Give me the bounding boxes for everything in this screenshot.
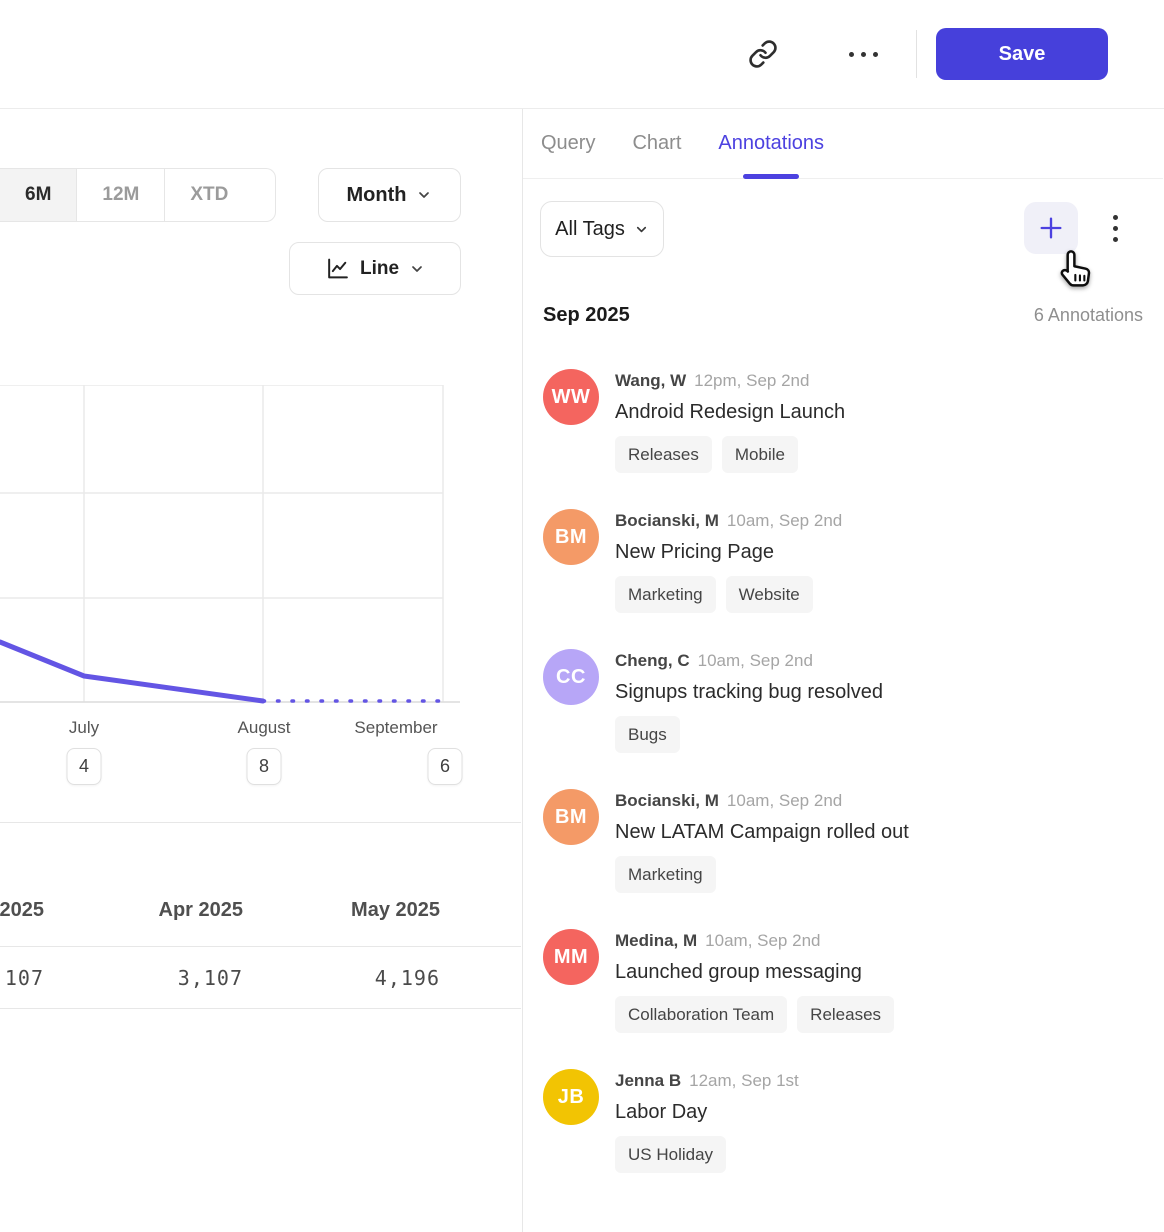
top-bar: Save bbox=[0, 0, 1164, 109]
annotation-timestamp: 10am, Sep 2nd bbox=[705, 931, 820, 950]
tag-pill[interactable]: Releases bbox=[797, 996, 894, 1033]
annotations-panel: Query Chart Annotations All Tags Sep 2025 … bbox=[522, 109, 1163, 1232]
avatar: BM bbox=[543, 509, 599, 565]
annotation-tags: Releases Mobile bbox=[615, 436, 845, 473]
table-header: Apr 2025 bbox=[46, 895, 243, 925]
ellipsis-icon bbox=[849, 52, 854, 57]
table-header: May 2025 bbox=[243, 895, 440, 925]
annotation-title: Signups tracking bug resolved bbox=[615, 675, 883, 710]
annotation-count-badge[interactable]: 8 bbox=[247, 748, 282, 785]
granularity-label: Month bbox=[347, 184, 407, 207]
range-segment-12m[interactable]: 12M bbox=[76, 169, 164, 221]
chart-type-label: Line bbox=[360, 258, 399, 280]
tag-pill[interactable]: Bugs bbox=[615, 716, 680, 753]
line-chart[interactable] bbox=[0, 385, 462, 705]
annotation-tags: Bugs bbox=[615, 716, 883, 753]
tag-pill[interactable]: Marketing bbox=[615, 856, 716, 893]
tag-filter-label: All Tags bbox=[555, 218, 625, 241]
section-header: Sep 2025 6 Annotations bbox=[543, 304, 1143, 327]
annotation-timestamp: 12am, Sep 1st bbox=[689, 1071, 799, 1090]
annotation-item[interactable]: BM Bocianski, M 10am, Sep 2nd New LATAM C… bbox=[543, 789, 1143, 893]
date-range-control: 6M12MXTD bbox=[0, 168, 276, 222]
annotation-item[interactable]: BM Bocianski, M 10am, Sep 2nd New Pricing… bbox=[543, 509, 1143, 613]
chevron-down-icon bbox=[634, 222, 649, 237]
avatar: JB bbox=[543, 1069, 599, 1125]
add-annotation-button[interactable] bbox=[1024, 202, 1078, 254]
panel-tabs: Query Chart Annotations bbox=[523, 109, 1163, 179]
annotation-timestamp: 12pm, Sep 2nd bbox=[694, 371, 809, 390]
annotation-tags: Collaboration Team Releases bbox=[615, 996, 894, 1033]
x-tick-july: July bbox=[69, 718, 99, 738]
table-value: 107 bbox=[0, 963, 44, 993]
share-link-button[interactable] bbox=[740, 32, 786, 76]
annotation-timestamp: 10am, Sep 2nd bbox=[727, 511, 842, 530]
annotation-title: Launched group messaging bbox=[615, 955, 894, 990]
annotation-item[interactable]: WW Wang, W 12pm, Sep 2nd Android Redesign… bbox=[543, 369, 1143, 473]
more-options-button[interactable] bbox=[836, 40, 890, 68]
annotation-title: Labor Day bbox=[615, 1095, 799, 1130]
avatar: BM bbox=[543, 789, 599, 845]
line-chart-icon bbox=[325, 256, 350, 281]
annotation-tags: US Holiday bbox=[615, 1136, 799, 1173]
granularity-dropdown[interactable]: Month bbox=[318, 168, 461, 222]
save-button[interactable]: Save bbox=[936, 28, 1108, 80]
annotation-title: New Pricing Page bbox=[615, 535, 842, 570]
annotation-author: Bocianski, M bbox=[615, 511, 719, 530]
annotation-count-badge[interactable]: 6 bbox=[428, 748, 463, 785]
annotations-menu-button[interactable] bbox=[1105, 215, 1125, 255]
table-divider bbox=[0, 946, 521, 947]
table-divider bbox=[0, 1008, 521, 1009]
annotation-title: Android Redesign Launch bbox=[615, 395, 845, 430]
annotation-author: Jenna B bbox=[615, 1071, 681, 1090]
annotation-tags: Marketing bbox=[615, 856, 909, 893]
section-month-title: Sep 2025 bbox=[543, 304, 630, 327]
tag-pill[interactable]: Mobile bbox=[722, 436, 798, 473]
link-icon bbox=[748, 39, 778, 69]
topbar-divider bbox=[916, 30, 917, 78]
x-tick-september: September bbox=[354, 718, 437, 738]
x-tick-august: August bbox=[238, 718, 291, 738]
avatar: CC bbox=[543, 649, 599, 705]
annotation-title: New LATAM Campaign rolled out bbox=[615, 815, 909, 850]
annotation-tags: Marketing Website bbox=[615, 576, 842, 613]
annotation-author: Bocianski, M bbox=[615, 791, 719, 810]
table-value: 3,107 bbox=[46, 963, 243, 993]
series-actual bbox=[0, 642, 263, 701]
annotation-author: Wang, W bbox=[615, 371, 686, 390]
chart-type-dropdown[interactable]: Line bbox=[289, 242, 461, 295]
range-segment-xtd[interactable]: XTD bbox=[164, 169, 275, 221]
annotation-list: WW Wang, W 12pm, Sep 2nd Android Redesign… bbox=[543, 369, 1143, 1209]
annotation-author: Medina, M bbox=[615, 931, 697, 950]
annotation-item[interactable]: MM Medina, M 10am, Sep 2nd Launched group… bbox=[543, 929, 1143, 1033]
tag-filter-dropdown[interactable]: All Tags bbox=[540, 201, 664, 257]
tag-pill[interactable]: Marketing bbox=[615, 576, 716, 613]
table-divider bbox=[0, 822, 521, 823]
plus-icon bbox=[1037, 214, 1065, 242]
range-segment-6m[interactable]: 6M bbox=[0, 169, 76, 221]
annotation-timestamp: 10am, Sep 2nd bbox=[727, 791, 842, 810]
chevron-down-icon bbox=[235, 188, 250, 203]
tag-pill[interactable]: Releases bbox=[615, 436, 712, 473]
chevron-down-icon bbox=[409, 261, 425, 277]
tab-query[interactable]: Query bbox=[541, 109, 595, 178]
tag-pill[interactable]: Website bbox=[726, 576, 813, 613]
annotation-item[interactable]: CC Cheng, C 10am, Sep 2nd Signups trackin… bbox=[543, 649, 1143, 753]
tag-pill[interactable]: Collaboration Team bbox=[615, 996, 787, 1033]
tag-pill[interactable]: US Holiday bbox=[615, 1136, 726, 1173]
table-value: 4,196 bbox=[243, 963, 440, 993]
app-window: Save 6M12MXTD Month Line July 4 August 8 Sep… bbox=[0, 0, 1164, 1232]
avatar: MM bbox=[543, 929, 599, 985]
annotation-item[interactable]: JB Jenna B 12am, Sep 1st Labor Day US Hol… bbox=[543, 1069, 1143, 1173]
annotation-count: 6 Annotations bbox=[1034, 305, 1143, 326]
tab-chart[interactable]: Chart bbox=[632, 109, 681, 178]
annotation-timestamp: 10am, Sep 2nd bbox=[698, 651, 813, 670]
chevron-down-icon bbox=[416, 187, 432, 203]
annotation-author: Cheng, C bbox=[615, 651, 690, 670]
avatar: WW bbox=[543, 369, 599, 425]
table-header: 2025 bbox=[0, 895, 44, 925]
tab-annotations[interactable]: Annotations bbox=[718, 109, 824, 178]
kebab-icon bbox=[1113, 215, 1118, 220]
annotation-count-badge[interactable]: 4 bbox=[67, 748, 102, 785]
